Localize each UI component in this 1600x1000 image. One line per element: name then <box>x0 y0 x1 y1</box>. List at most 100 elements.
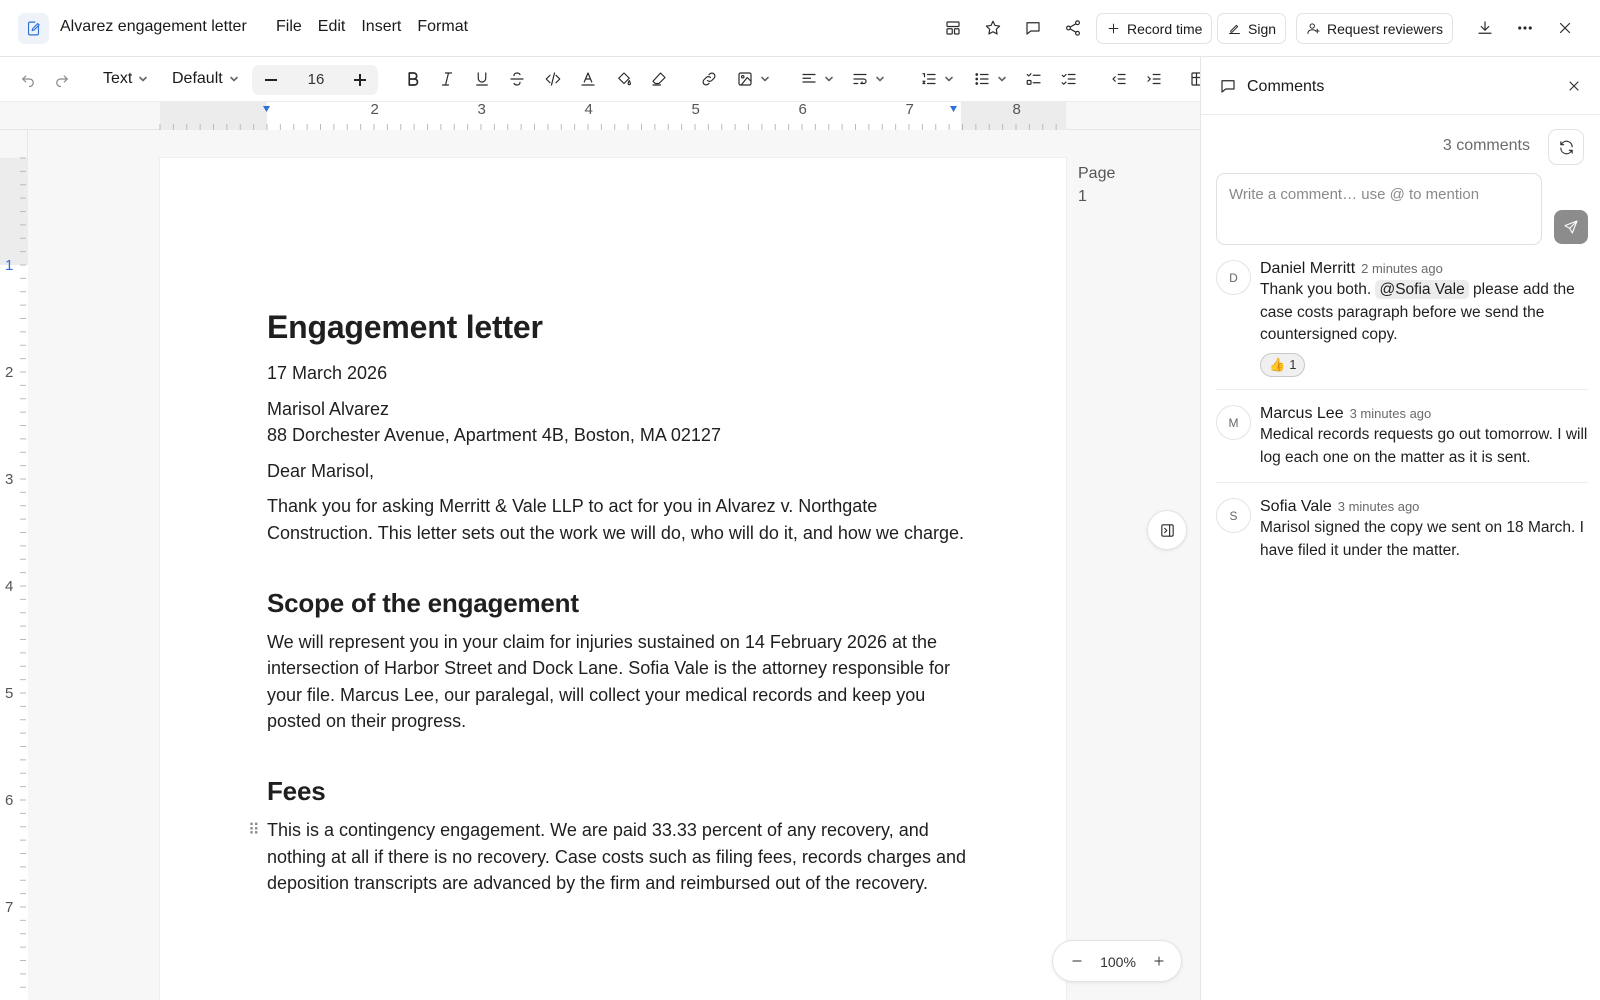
avatar: S <box>1216 498 1251 533</box>
comment-time: 3 minutes ago <box>1337 499 1420 514</box>
text-wrap-select[interactable] <box>848 68 888 90</box>
image-icon <box>738 72 752 86</box>
redo-icon[interactable] <box>51 68 73 90</box>
undo-icon[interactable] <box>17 68 39 90</box>
sign-button[interactable]: Sign <box>1217 13 1287 44</box>
chevron-down-icon <box>229 76 238 82</box>
bullet-list-select[interactable] <box>970 68 1010 90</box>
comment-input[interactable] <box>1216 173 1542 245</box>
page-label: Page <box>1078 165 1116 182</box>
menu-file[interactable]: File <box>268 18 310 36</box>
document-icon[interactable] <box>18 13 49 44</box>
comment-count: 3 comments <box>1442 137 1530 154</box>
page-number: 1 <box>1078 188 1087 205</box>
underline-icon[interactable] <box>471 68 493 90</box>
collapse-sidebar-button[interactable] <box>1147 510 1187 550</box>
mention-chip[interactable]: @Sofia Vale <box>1375 280 1469 299</box>
bold-icon[interactable] <box>402 68 424 90</box>
ruler-label: 8 <box>1013 102 1021 118</box>
close-icon[interactable] <box>1552 15 1578 41</box>
zoom-out-button[interactable] <box>1067 951 1087 971</box>
close-comments-button[interactable] <box>1563 75 1585 97</box>
document-page[interactable]: Engagement letter 17 March 2026 Marisol … <box>160 158 1066 1000</box>
avatar: M <box>1216 405 1251 440</box>
increase-size-button-stroke[interactable] <box>359 73 361 86</box>
scope-heading[interactable]: Scope of the engagement <box>267 587 972 619</box>
zoom-in-button[interactable] <box>1149 951 1169 971</box>
zoom-level[interactable]: 100% <box>1093 954 1143 970</box>
download-icon[interactable] <box>1472 15 1498 41</box>
comment-author: Daniel Merritt <box>1260 260 1356 277</box>
comment-icon[interactable] <box>1020 15 1046 41</box>
recipient-address[interactable]: 88 Dorchester Avenue, Apartment 4B, Bost… <box>267 422 972 449</box>
ruler-label: 3 <box>5 471 13 488</box>
table-icon[interactable] <box>1187 68 1200 90</box>
sign-label: Sign <box>1248 20 1277 37</box>
reaction-chip[interactable]: 👍 1 <box>1260 352 1306 377</box>
text-color-icon[interactable] <box>577 68 599 90</box>
salutation[interactable]: Dear Marisol, <box>267 458 972 485</box>
menu-format[interactable]: Format <box>409 18 476 36</box>
ruler-label: 2 <box>371 102 379 118</box>
scope-paragraph[interactable]: We will represent you in your claim for … <box>267 629 972 735</box>
fees-heading[interactable]: Fees <box>267 775 972 807</box>
comment-author: Marcus Lee <box>1260 405 1344 422</box>
decrease-size-button[interactable] <box>265 79 277 81</box>
fees-paragraph[interactable]: This is a contingency engagement. We are… <box>267 817 972 897</box>
text-wrap-icon <box>853 73 867 85</box>
block-type-value: Text <box>103 70 133 87</box>
zoom-control: 100% <box>1052 940 1182 982</box>
reaction-count: 1 <box>1289 357 1297 372</box>
ruler-band <box>160 102 1066 130</box>
strikethrough-icon[interactable] <box>506 68 528 90</box>
numbered-list-select[interactable] <box>917 68 957 90</box>
chevron-down-icon <box>998 76 1006 82</box>
align-select[interactable] <box>797 68 837 90</box>
clear-format-icon[interactable] <box>648 68 670 90</box>
link-icon[interactable] <box>698 68 720 90</box>
checklist-icon[interactable] <box>1023 68 1045 90</box>
indent-icon[interactable] <box>1143 68 1165 90</box>
page-indicator: Page 1 <box>1078 162 1115 208</box>
divider <box>1216 389 1588 390</box>
recipient-name[interactable]: Marisol Alvarez <box>267 396 972 423</box>
font-size-value[interactable]: 16 <box>296 71 336 88</box>
send-comment-button[interactable] <box>1554 210 1588 244</box>
ruler-label: 4 <box>585 102 593 118</box>
ruler-label: 7 <box>906 102 914 118</box>
more-options-icon[interactable] <box>1512 15 1538 41</box>
block-type-select[interactable]: Text <box>103 68 148 90</box>
star-icon[interactable] <box>980 15 1006 41</box>
comment-author: Sofia Vale <box>1260 498 1332 515</box>
italic-icon[interactable] <box>436 68 458 90</box>
refresh-button[interactable] <box>1548 129 1584 165</box>
layout-icon[interactable] <box>940 15 966 41</box>
task-list-icon[interactable] <box>1058 68 1080 90</box>
comment-icon <box>1221 80 1235 93</box>
menu-insert[interactable]: Insert <box>353 18 409 36</box>
menu-edit[interactable]: Edit <box>310 18 354 36</box>
minus-icon <box>1072 960 1082 962</box>
ruler-label: 4 <box>5 578 13 595</box>
drag-handle-icon[interactable]: ⠿ <box>248 820 260 840</box>
share-icon[interactable] <box>1060 15 1086 41</box>
document-title[interactable]: Alvarez engagement letter <box>60 18 247 36</box>
vertical-ruler[interactable]: 1 2 3 4 5 6 7 <box>0 130 28 1000</box>
ruler-label: 1 <box>5 257 13 274</box>
font-select[interactable]: Default <box>172 68 239 90</box>
request-reviewers-button[interactable]: Request reviewers <box>1296 13 1453 44</box>
letter-date[interactable]: 17 March 2026 <box>267 360 972 387</box>
code-icon[interactable] <box>542 68 564 90</box>
add-user-icon <box>1307 23 1320 34</box>
comment-text: Thank you both. @Sofia Vale please add t… <box>1260 279 1590 347</box>
image-select[interactable] <box>733 68 773 90</box>
ruler-label: 7 <box>5 899 13 916</box>
highlight-icon[interactable] <box>613 68 635 90</box>
outdent-icon[interactable] <box>1108 68 1130 90</box>
horizontal-ruler[interactable]: 2 3 4 5 6 7 8 <box>0 102 1200 130</box>
intro-paragraph[interactable]: Thank you for asking Merritt & Vale LLP … <box>267 493 972 546</box>
avatar: D <box>1216 260 1251 295</box>
chevron-down-icon <box>825 76 833 82</box>
record-time-button[interactable]: Record time <box>1096 13 1213 44</box>
document-heading[interactable]: Engagement letter <box>267 308 972 346</box>
